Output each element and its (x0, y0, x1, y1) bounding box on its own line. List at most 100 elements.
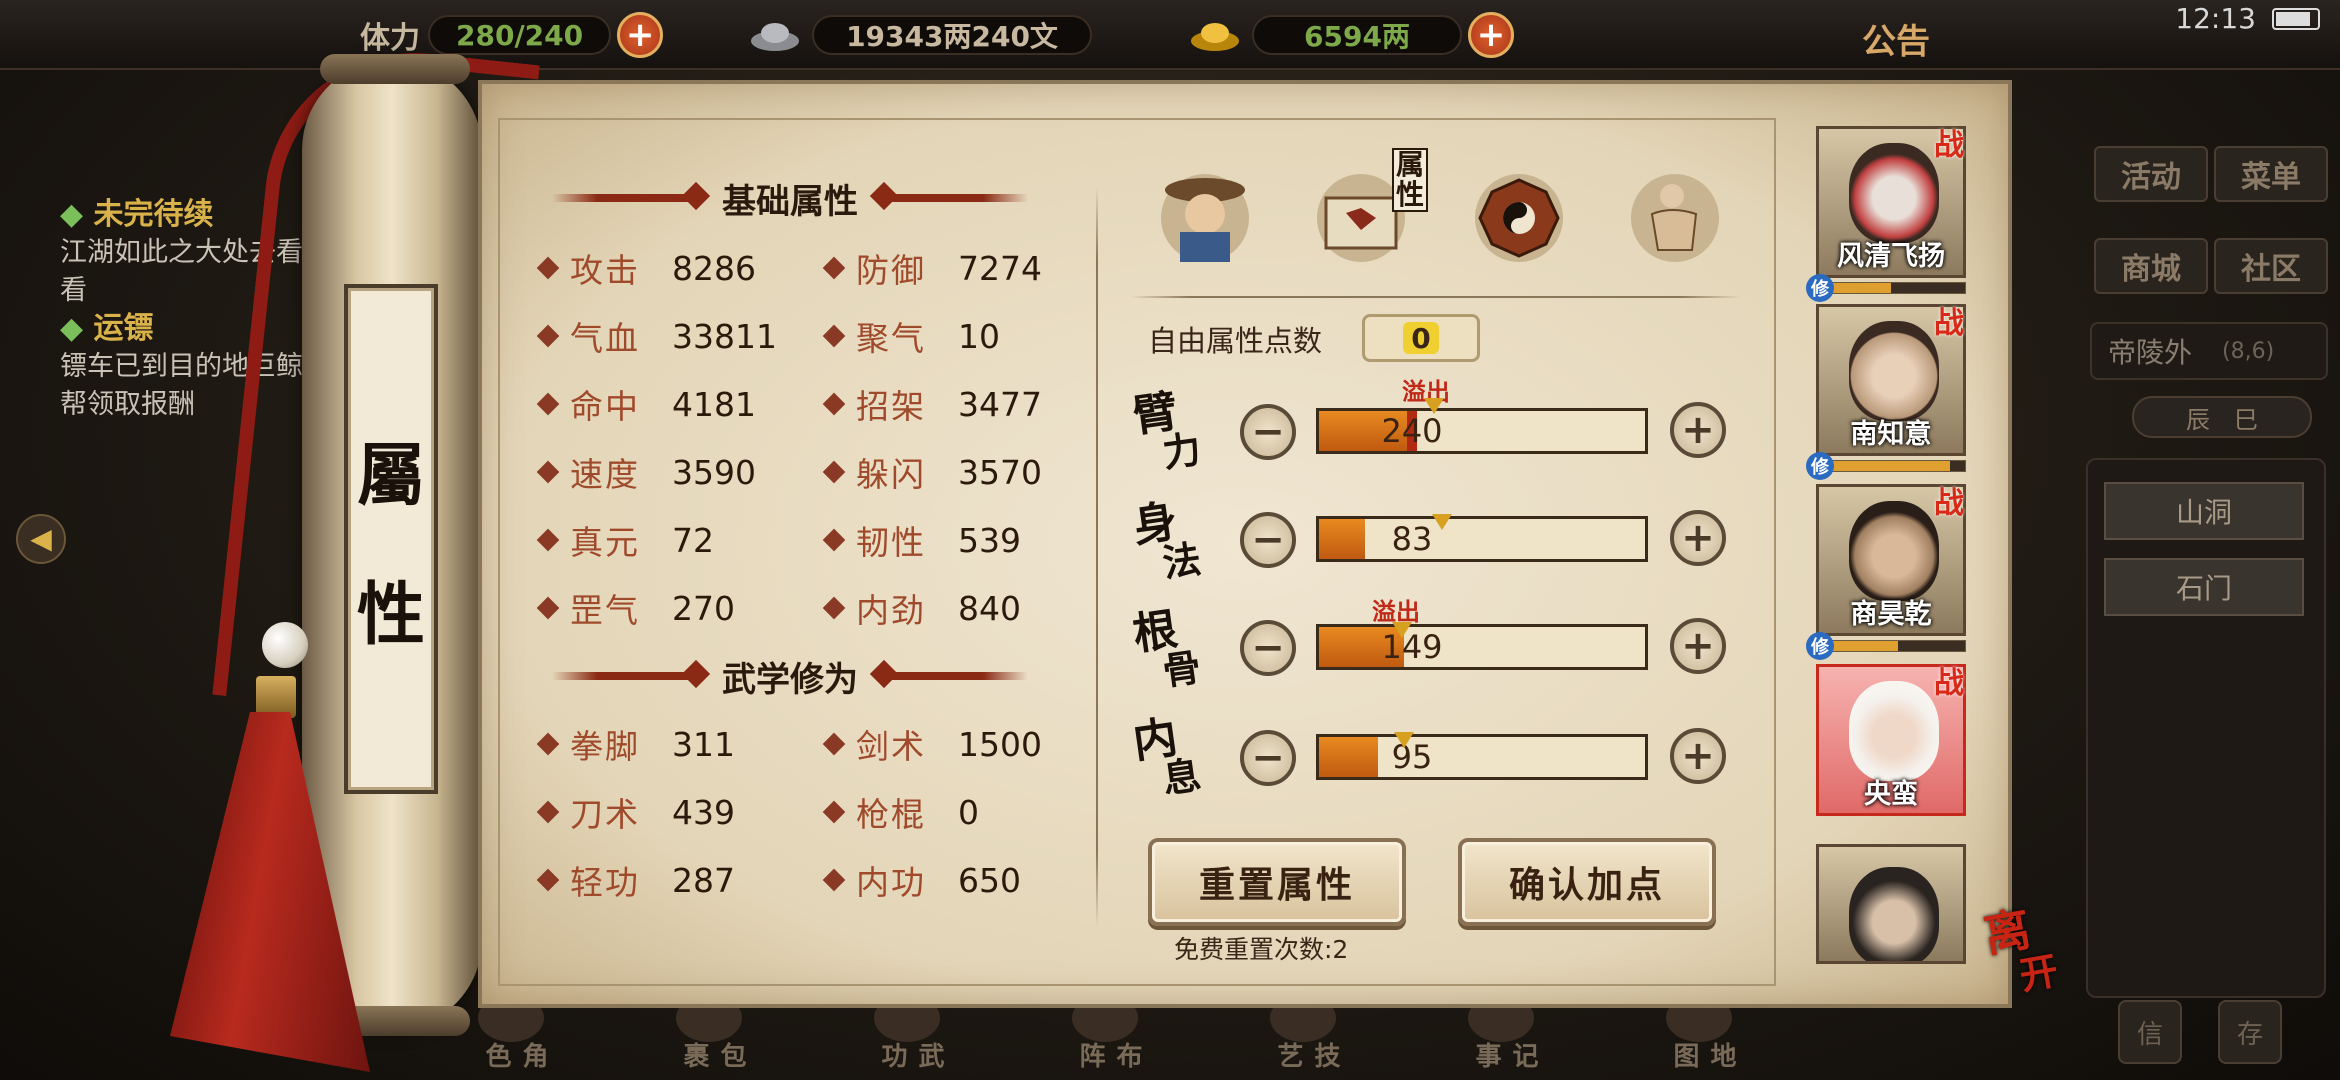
portrait-avatar (1849, 501, 1939, 601)
attr-strength-label: 臂力 (1129, 385, 1204, 476)
stat-sword: 剑术 1500 (822, 722, 1042, 766)
confirm-points-button[interactable]: 确认加点 (1458, 838, 1716, 926)
gold-value: 6594两 (1252, 15, 1462, 55)
constitution-bar: 149 (1316, 624, 1648, 670)
training-tab[interactable] (1620, 158, 1730, 268)
free-points-value: 0 (1403, 322, 1439, 355)
portrait-avatar (1849, 143, 1939, 243)
stat-focus: 聚气 10 (822, 314, 1000, 358)
location-display: 帝陵外 (8,6) (2090, 322, 2328, 380)
character-icon (1161, 174, 1249, 262)
party-member-name: 风清飞扬 (1837, 241, 1945, 272)
battle-tag: 战 (1934, 306, 1964, 341)
stat-lightness: 轻功 287 (536, 858, 735, 902)
cultivation-badge: 修 (1806, 274, 1834, 302)
tassel-knot (256, 676, 296, 718)
notice-button[interactable]: 公告 (1862, 14, 1930, 63)
stat-accuracy: 命中 4181 (536, 382, 756, 426)
mail-button[interactable]: 信 (2118, 1000, 2182, 1064)
silver-resource: 19343两240文 (748, 12, 1092, 58)
community-button[interactable]: 社区 (2214, 238, 2328, 294)
location-coord: (8,6) (2222, 338, 2275, 364)
character-tab[interactable] (1150, 158, 1260, 268)
party-member-card[interactable] (1816, 844, 1966, 964)
menu-button[interactable]: 菜单 (2214, 146, 2328, 202)
ornament-left (552, 672, 702, 680)
strength-plus-button[interactable]: + (1670, 402, 1726, 458)
stat-neigong: 内功 650 (822, 858, 1021, 902)
cultivation-fill (1817, 461, 1951, 471)
constitution-marker-icon (1392, 622, 1412, 638)
active-tab-label: 属性 (1392, 148, 1428, 212)
place-stone-gate-button[interactable]: 石门 (2104, 558, 2304, 616)
constitution-plus-button[interactable]: + (1670, 618, 1726, 674)
breath-bar: 95 (1316, 734, 1648, 780)
breath-marker-icon (1394, 732, 1414, 748)
collapse-arrow-icon[interactable]: ◀ (16, 514, 66, 564)
reset-attributes-button[interactable]: 重置属性 (1148, 838, 1406, 926)
stat-toughness: 韧性 539 (822, 518, 1021, 562)
breath-plus-button[interactable]: + (1670, 728, 1726, 784)
leave-button[interactable]: 离开 (1980, 900, 2076, 1004)
stat-blade: 刀术 439 (536, 790, 735, 834)
free-reset-count: 免费重置次数:2 (1174, 935, 1349, 964)
agility-plus-button[interactable]: + (1670, 510, 1726, 566)
strength-minus-button[interactable]: − (1240, 404, 1296, 460)
breath-minus-button[interactable]: − (1240, 730, 1296, 786)
add-stamina-button[interactable]: + (617, 12, 664, 58)
save-button[interactable]: 存 (2218, 1000, 2282, 1064)
jade-bead-icon (262, 622, 308, 668)
portrait-avatar (1849, 321, 1939, 421)
stat-hp: 气血 33811 (536, 314, 777, 358)
place-cave-button[interactable]: 山洞 (2104, 482, 2304, 540)
cultivation-bar (1816, 282, 1966, 294)
title-char: 屬 (356, 436, 425, 516)
portrait-avatar (1849, 867, 1939, 961)
shop-button[interactable]: 商城 (2094, 238, 2208, 294)
time-label: 巳 (2234, 405, 2258, 434)
stat-spear: 枪棍 0 (822, 790, 979, 834)
bar-value: 149 (1381, 628, 1443, 666)
cultivation-badge: 修 (1806, 632, 1834, 660)
time-label: 辰 (2186, 405, 2210, 434)
battle-tag: 战 (1934, 666, 1964, 701)
ornament-right (878, 194, 1028, 202)
scroll-title-plate: 屬 性 (344, 284, 438, 794)
bar-value: 95 (1391, 738, 1433, 776)
attr-breath-label: 内息 (1129, 711, 1204, 802)
agility-marker-icon (1432, 514, 1452, 530)
column-divider (1096, 186, 1098, 926)
party-member-name: 央蛮 (1864, 779, 1918, 810)
portrait-avatar (1849, 681, 1939, 781)
tabs-divider (1130, 296, 1740, 298)
ornament-right (878, 672, 1028, 680)
location-name: 帝陵外 (2108, 336, 2193, 369)
activity-button[interactable]: 活动 (2094, 146, 2208, 202)
places-panel: 山洞 石门 (2086, 458, 2326, 998)
martial-heading: 武学修为 (530, 646, 1050, 706)
constitution-minus-button[interactable]: − (1240, 620, 1296, 676)
silver-ingot-icon (751, 23, 799, 51)
silver-value: 19343两240文 (812, 15, 1092, 55)
agility-minus-button[interactable]: − (1240, 512, 1296, 568)
free-points-label: 自由属性点数 (1148, 324, 1323, 358)
attr-agility-label: 身法 (1129, 495, 1204, 586)
stat-inner-force: 内劲 840 (822, 586, 1021, 630)
time-dial: 辰 巳 (2132, 396, 2312, 438)
stat-dodge: 躲闪 3570 (822, 450, 1042, 494)
stat-true-essence: 真元 72 (536, 518, 714, 562)
bagua-tab[interactable] (1464, 158, 1574, 268)
stamina-label: 体力 (360, 21, 420, 56)
gold-ingot-icon (1191, 23, 1239, 51)
battle-tag: 战 (1934, 128, 1964, 163)
stat-fist: 拳脚 311 (536, 722, 735, 766)
cultivation-bar (1816, 640, 1966, 652)
party-member-name: 商昊乾 (1850, 599, 1932, 630)
add-gold-button[interactable]: + (1468, 12, 1514, 58)
bagua-icon (1475, 174, 1563, 262)
muscle-icon (1631, 174, 1719, 262)
stat-gangqi: 罡气 270 (536, 586, 735, 630)
stat-parry: 招架 3477 (822, 382, 1042, 426)
stamina-resource: 体力 280/240 + (360, 12, 664, 58)
gold-resource: 6594两 + (1188, 12, 1514, 58)
